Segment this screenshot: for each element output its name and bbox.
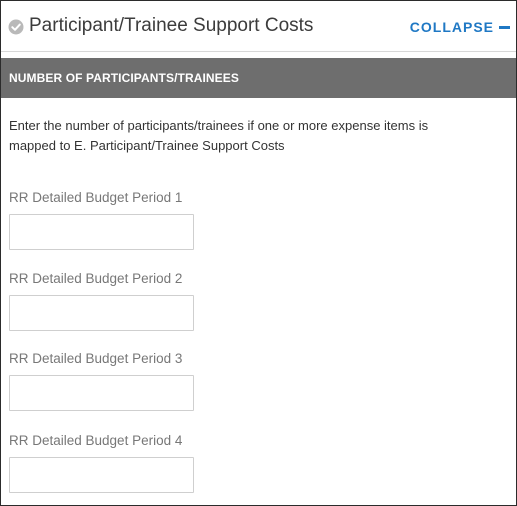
budget-period-1-field: RR Detailed Budget Period 1 [1,190,194,250]
check-circle-icon [8,19,24,35]
participant-support-panel: Participant/Trainee Support Costs COLLAP… [0,0,517,506]
section-header-text: NUMBER OF PARTICIPANTS/TRAINEES [9,71,239,85]
budget-period-2-field: RR Detailed Budget Period 2 [1,271,194,331]
intro-text: Enter the number of participants/trainee… [9,118,429,153]
collapse-label: COLLAPSE [409,19,494,35]
minus-icon [499,25,510,29]
budget-period-4-label: RR Detailed Budget Period 4 [9,433,183,448]
panel-header-left: Participant/Trainee Support Costs [8,15,313,37]
budget-period-4-input[interactable] [9,457,194,493]
budget-period-1-label: RR Detailed Budget Period 1 [9,190,183,205]
budget-period-2-input[interactable] [9,295,194,331]
collapse-button[interactable]: COLLAPSE [410,19,510,35]
budget-period-4-field: RR Detailed Budget Period 4 [1,433,194,493]
budget-period-3-input[interactable] [9,375,194,411]
budget-period-3-label: RR Detailed Budget Period 3 [9,351,183,366]
budget-period-1-input[interactable] [9,214,194,250]
budget-period-2-label: RR Detailed Budget Period 2 [9,271,183,286]
budget-period-3-field: RR Detailed Budget Period 3 [1,351,194,411]
section-header-bar: NUMBER OF PARTICIPANTS/TRAINEES [1,58,516,98]
panel-header: Participant/Trainee Support Costs COLLAP… [1,1,516,52]
panel-title: Participant/Trainee Support Costs [29,15,314,36]
